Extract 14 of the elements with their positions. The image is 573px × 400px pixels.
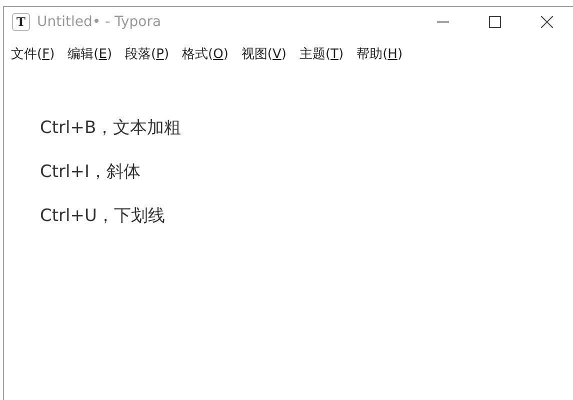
- menu-item[interactable]: 段落(P): [125, 45, 170, 63]
- maximize-icon: [489, 16, 501, 28]
- menu-item[interactable]: 视图(V): [241, 45, 286, 63]
- paragraph: Ctrl+U，下划线: [40, 205, 166, 227]
- menu-item[interactable]: 帮助(H): [356, 45, 403, 63]
- close-icon: [541, 16, 553, 28]
- menu-item[interactable]: 编辑(E): [68, 45, 112, 63]
- menu-item[interactable]: 格式(O): [182, 45, 228, 63]
- paragraph: Ctrl+B，文本加粗: [40, 117, 182, 139]
- app-icon: T: [12, 13, 30, 31]
- window-title: Untitled• - Typora: [37, 14, 162, 30]
- paragraph: Ctrl+I，斜体: [40, 161, 142, 183]
- menu-item[interactable]: 文件(F): [11, 45, 55, 63]
- menu-item[interactable]: 主题(T): [299, 45, 344, 63]
